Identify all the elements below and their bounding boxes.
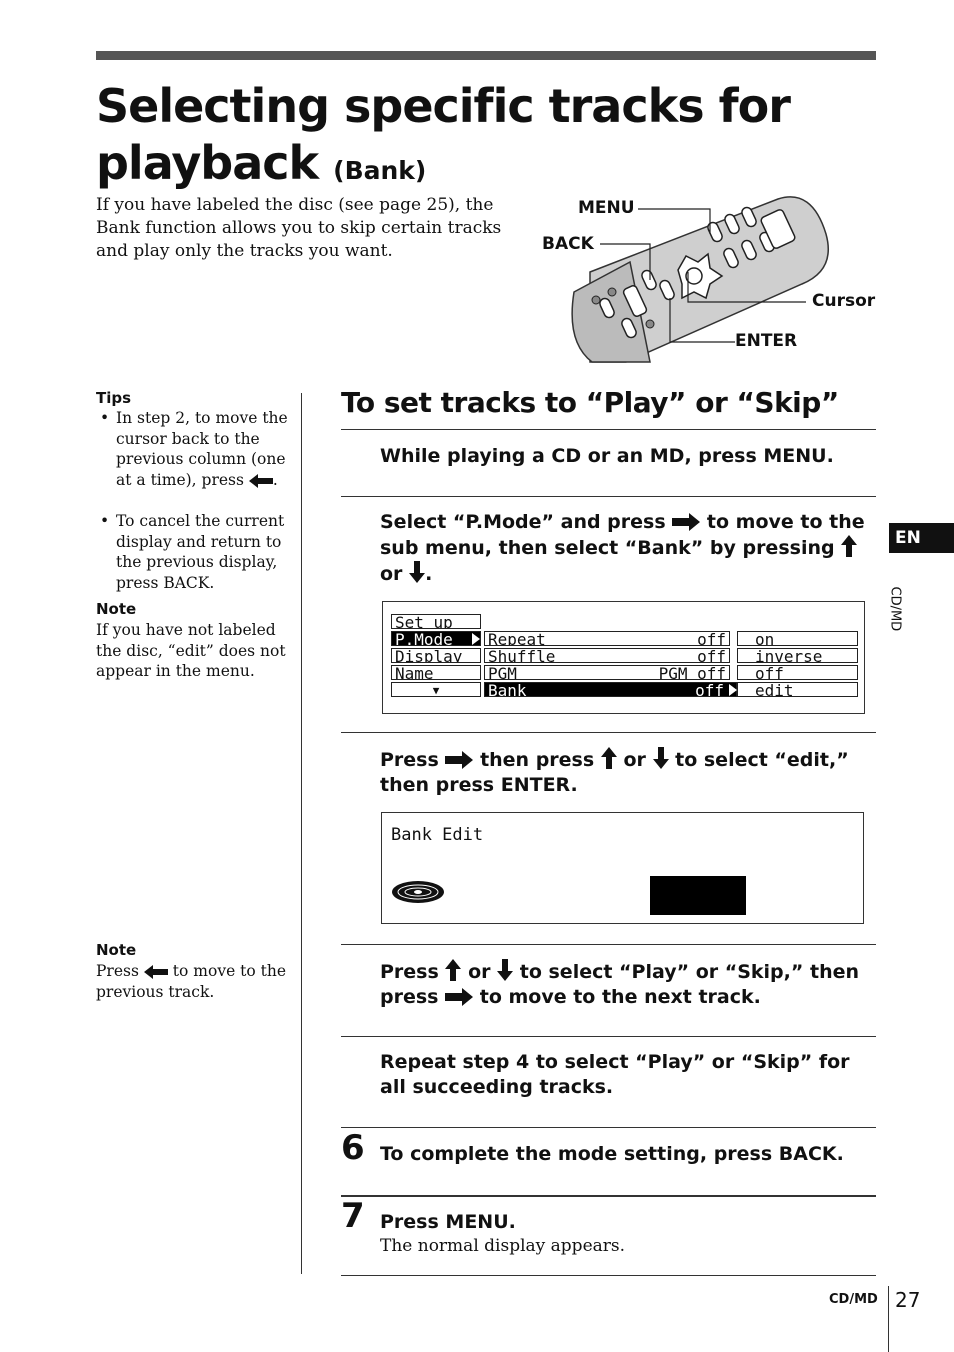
tips-heading: Tips bbox=[96, 389, 132, 407]
note-2: Press to move to the previous track. bbox=[96, 961, 296, 1002]
lcd-menu-display: Set up P.Mode Display Name ▼ Repeat off S… bbox=[382, 601, 865, 714]
step-4-text-b: or bbox=[468, 961, 491, 983]
note-1-heading: Note bbox=[96, 600, 137, 618]
step-1: While playing a CD or an MD, press MENU. bbox=[380, 445, 834, 467]
page-number: 27 bbox=[895, 1288, 921, 1312]
lcd-option-off: off bbox=[737, 665, 858, 680]
step-4-text-a: Press bbox=[380, 961, 439, 983]
lcd-bank-value: off bbox=[695, 682, 724, 697]
step-6-number: 6 bbox=[341, 1128, 365, 1168]
lcd-right-triangle-icon bbox=[729, 684, 737, 696]
step-3-text-c: or bbox=[623, 749, 646, 771]
lcd-repeat-value: off bbox=[697, 631, 726, 646]
language-tab: EN bbox=[889, 523, 954, 553]
section-heading: To set tracks to “Play” or “Skip” bbox=[341, 386, 839, 419]
lcd-setup: Set up bbox=[391, 614, 481, 629]
lcd-name: Name bbox=[391, 665, 481, 680]
note-2-press: Press bbox=[96, 962, 139, 980]
lcd-option-off-label: off bbox=[755, 665, 784, 680]
lcd-shuffle-value: off bbox=[697, 648, 726, 663]
lcd-pgm: PGM bbox=[488, 665, 517, 680]
rule bbox=[341, 1036, 876, 1037]
step-4-text-d: to move to the next track. bbox=[479, 986, 761, 1008]
step-5: Repeat step 4 to select “Play” or “Skip”… bbox=[380, 1051, 850, 1098]
lcd-option-on-label: on bbox=[755, 631, 775, 646]
tip-bullet-1: • bbox=[100, 409, 110, 427]
lcd-option-on: on bbox=[737, 631, 858, 646]
rule bbox=[341, 429, 876, 430]
menu-callout: MENU bbox=[578, 198, 635, 218]
note-1: If you have not labeled the disc, “edit”… bbox=[96, 621, 286, 680]
step-2-text-a: Select “P.Mode” and press bbox=[380, 511, 666, 533]
lcd-pgm-row: PGM PGM off bbox=[484, 665, 730, 680]
step-3-text-b: then press bbox=[480, 749, 595, 771]
step-4: Press or to select “Play” or “Skip,” the… bbox=[380, 959, 872, 1010]
remote-illustration bbox=[571, 196, 830, 363]
lcd-bank-row: Bank off bbox=[484, 682, 737, 697]
step-7-number: 7 bbox=[341, 1196, 365, 1236]
down-arrow-icon bbox=[497, 959, 514, 981]
lcd-bank-edit-text: Bank Edit bbox=[391, 825, 484, 845]
lcd-pgm-value: PGM off bbox=[658, 665, 726, 680]
lcd-right-triangle-icon bbox=[472, 633, 480, 645]
rule bbox=[341, 944, 876, 945]
disc-icon bbox=[392, 881, 444, 903]
title-line-2: playback bbox=[96, 136, 319, 190]
down-arrow-icon bbox=[409, 561, 426, 583]
lcd-option-edit-label: edit bbox=[755, 682, 794, 697]
lcd-bank-edit-display: Bank Edit bbox=[381, 812, 864, 924]
footer-section: CD/MD bbox=[829, 1292, 878, 1307]
back-callout: BACK bbox=[542, 234, 594, 254]
step-7-sub: The normal display appears. bbox=[380, 1236, 626, 1256]
top-rule bbox=[96, 51, 876, 60]
enter-callout: ENTER bbox=[735, 331, 798, 351]
lcd-display: Display bbox=[391, 648, 481, 663]
lcd-shuffle: Shuffle bbox=[488, 648, 556, 663]
side-section-label: CD/MD bbox=[887, 586, 903, 632]
lcd-repeat: Repeat bbox=[488, 631, 546, 646]
title-suffix: (Bank) bbox=[333, 156, 427, 185]
lcd-shuffle-row: Shuffle off bbox=[484, 648, 730, 663]
lcd-cursor-block bbox=[650, 876, 746, 915]
down-arrow-icon bbox=[652, 747, 669, 769]
column-divider bbox=[301, 393, 302, 1274]
left-arrow-icon bbox=[248, 473, 273, 488]
lcd-pmode-label: P.Mode bbox=[395, 631, 453, 646]
up-arrow-icon bbox=[841, 535, 858, 557]
tip-1: In step 2, to move the cursor back to th… bbox=[116, 409, 288, 489]
right-arrow-icon bbox=[445, 988, 474, 1006]
up-arrow-icon bbox=[445, 959, 462, 981]
tip-2: To cancel the current display and return… bbox=[116, 512, 285, 592]
lcd-down-arrow: ▼ bbox=[391, 682, 481, 697]
lcd-pmode: P.Mode bbox=[391, 631, 481, 646]
right-arrow-icon bbox=[445, 751, 474, 769]
rule bbox=[341, 1127, 876, 1128]
rule bbox=[341, 1275, 876, 1276]
page-title: Selecting specific tracks for playback (B… bbox=[96, 78, 791, 199]
lcd-option-inverse: inverse bbox=[737, 648, 858, 663]
lcd-option-inverse-label: inverse bbox=[755, 648, 823, 663]
up-arrow-icon bbox=[600, 747, 617, 769]
rule bbox=[341, 1195, 876, 1197]
lcd-option-edit: edit bbox=[737, 682, 858, 697]
footer-divider bbox=[888, 1286, 889, 1352]
lcd-repeat-row: Repeat off bbox=[484, 631, 730, 646]
rule bbox=[341, 496, 876, 497]
step-3: Press then press or to select “edit,” th… bbox=[380, 747, 872, 798]
step-2: Select “P.Mode” and press to move to the… bbox=[380, 510, 872, 587]
step-2-text-d: . bbox=[425, 563, 433, 585]
cursor-callout: Cursor bbox=[812, 291, 876, 311]
tip-bullet-2: • bbox=[100, 512, 110, 530]
step-3-text-a: Press bbox=[380, 749, 439, 771]
step-7: Press MENU. bbox=[380, 1211, 516, 1233]
lcd-bank: Bank bbox=[488, 682, 527, 697]
step-6: To complete the mode setting, press BACK… bbox=[380, 1143, 844, 1165]
title-line-1: Selecting specific tracks for bbox=[96, 79, 791, 133]
left-arrow-icon bbox=[143, 965, 168, 979]
rule bbox=[341, 732, 876, 733]
right-arrow-icon bbox=[672, 513, 701, 531]
intro-text: If you have labeled the disc (see page 2… bbox=[96, 195, 502, 261]
note-2-heading: Note bbox=[96, 941, 137, 959]
step-2-text-c: or bbox=[380, 563, 403, 585]
